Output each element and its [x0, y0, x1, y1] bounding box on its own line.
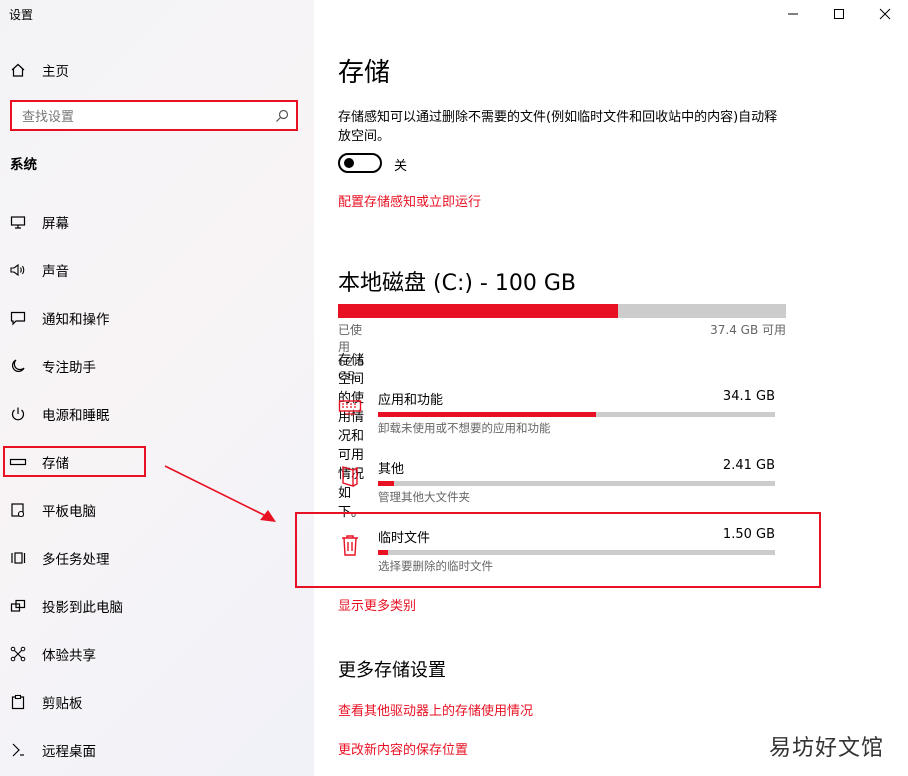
minimize-button[interactable] [770, 0, 816, 28]
sidebar-item-label: 体验共享 [42, 648, 96, 664]
sidebar-item-label: 剪贴板 [42, 696, 83, 712]
sidebar-item-label: 投影到此电脑 [42, 600, 123, 616]
disk-title: 本地磁盘 (C:) - 100 GB [338, 271, 576, 296]
change-save-location-link[interactable]: 更改新内容的保存位置 [338, 739, 468, 758]
sidebar-item-label: 电源和睡眠 [42, 408, 110, 424]
maximize-button[interactable] [816, 0, 862, 28]
maximize-icon [834, 9, 844, 19]
category-usage-bar [378, 412, 775, 417]
toggle-knob [344, 158, 354, 168]
moon-icon [9, 357, 27, 375]
toggle-state-label: 关 [394, 159, 408, 174]
project-icon [9, 597, 27, 615]
folder-icon [338, 464, 362, 488]
category-usage-bar [378, 481, 775, 486]
close-button[interactable] [862, 0, 908, 28]
sidebar-item-power[interactable]: 电源和睡眠 [0, 394, 314, 434]
minimize-icon [788, 13, 798, 15]
category-other[interactable]: 其他 2.41 GB 管理其他大文件夹 [338, 458, 778, 518]
category-usage-fill [378, 481, 394, 486]
search-box[interactable] [10, 100, 298, 131]
multitask-icon [9, 549, 27, 567]
more-storage-settings-title: 更多存储设置 [338, 660, 446, 681]
window-controls [770, 0, 908, 28]
clipboard-icon [9, 693, 27, 711]
category-usage-fill [378, 412, 597, 417]
sidebar-item-label: 屏幕 [42, 216, 69, 232]
sidebar-item-clipboard[interactable]: 剪贴板 [0, 682, 314, 722]
share-icon [9, 645, 27, 663]
disk-usage-fill [338, 304, 618, 318]
sidebar-item-remote-desktop[interactable]: 远程桌面 [0, 730, 314, 770]
sidebar-item-label: 平板电脑 [42, 504, 96, 520]
storage-highlight-box [3, 446, 146, 477]
category-apps[interactable]: 应用和功能 34.1 GB 卸载未使用或不想要的应用和功能 [338, 389, 778, 449]
category-name: 应用和功能 [378, 393, 444, 408]
sidebar-item-project[interactable]: 投影到此电脑 [0, 586, 314, 626]
tablet-icon [9, 501, 27, 519]
power-icon [9, 405, 27, 423]
sidebar-item-label: 通知和操作 [42, 312, 110, 328]
notification-icon [9, 309, 27, 327]
configure-storage-sense-link[interactable]: 配置存储感知或立即运行 [338, 191, 481, 210]
watermark: 易坊好文馆 [768, 736, 884, 761]
sidebar-item-label: 声音 [42, 264, 69, 280]
sidebar-item-multitasking[interactable]: 多任务处理 [0, 538, 314, 578]
remote-icon [9, 741, 27, 759]
category-size: 34.1 GB [722, 389, 775, 404]
annotation-arrow [164, 465, 276, 522]
sidebar-item-label: 远程桌面 [42, 744, 96, 760]
home-icon [9, 61, 27, 79]
sidebar-item-label: 专注助手 [42, 360, 96, 376]
speaker-icon [9, 261, 27, 279]
storage-sense-description: 存储感知可以通过删除不需要的文件(例如临时文件和回收站中的内容)自动释放空间。 [338, 110, 778, 144]
category-size: 2.41 GB [722, 458, 775, 473]
temp-files-highlight-box [295, 512, 821, 588]
sidebar-item-label: 主页 [42, 64, 69, 80]
sidebar: 设置 主页 系统 屏幕 声音 通知和操作 专注助手 [0, 0, 314, 776]
sidebar-item-display[interactable]: 屏幕 [0, 202, 314, 242]
search-icon[interactable] [274, 108, 290, 124]
category-description: 卸载未使用或不想要的应用和功能 [378, 421, 551, 435]
sidebar-item-sound[interactable]: 声音 [0, 250, 314, 290]
sidebar-item-label: 多任务处理 [42, 552, 110, 568]
display-icon [9, 213, 27, 231]
section-title: 系统 [10, 157, 37, 173]
sidebar-item-shared-experiences[interactable]: 体验共享 [0, 634, 314, 674]
category-description: 管理其他大文件夹 [378, 490, 470, 504]
sidebar-item-focus-assist[interactable]: 专注助手 [0, 346, 314, 386]
storage-sense-toggle[interactable] [338, 153, 382, 173]
sidebar-item-home[interactable]: 主页 [0, 50, 314, 90]
search-input[interactable] [20, 106, 274, 128]
keyboard-icon [338, 395, 362, 419]
category-name: 其他 [378, 462, 405, 477]
other-drives-usage-link[interactable]: 查看其他驱动器上的存储使用情况 [338, 700, 533, 719]
close-icon [879, 8, 891, 20]
free-space-label: 37.4 GB 可用 [710, 323, 786, 337]
window-title: 设置 [9, 8, 34, 22]
sidebar-item-notifications[interactable]: 通知和操作 [0, 298, 314, 338]
disk-usage-bar [338, 304, 786, 318]
page-title: 存储 [338, 58, 391, 88]
show-more-categories-link[interactable]: 显示更多类别 [338, 595, 416, 614]
